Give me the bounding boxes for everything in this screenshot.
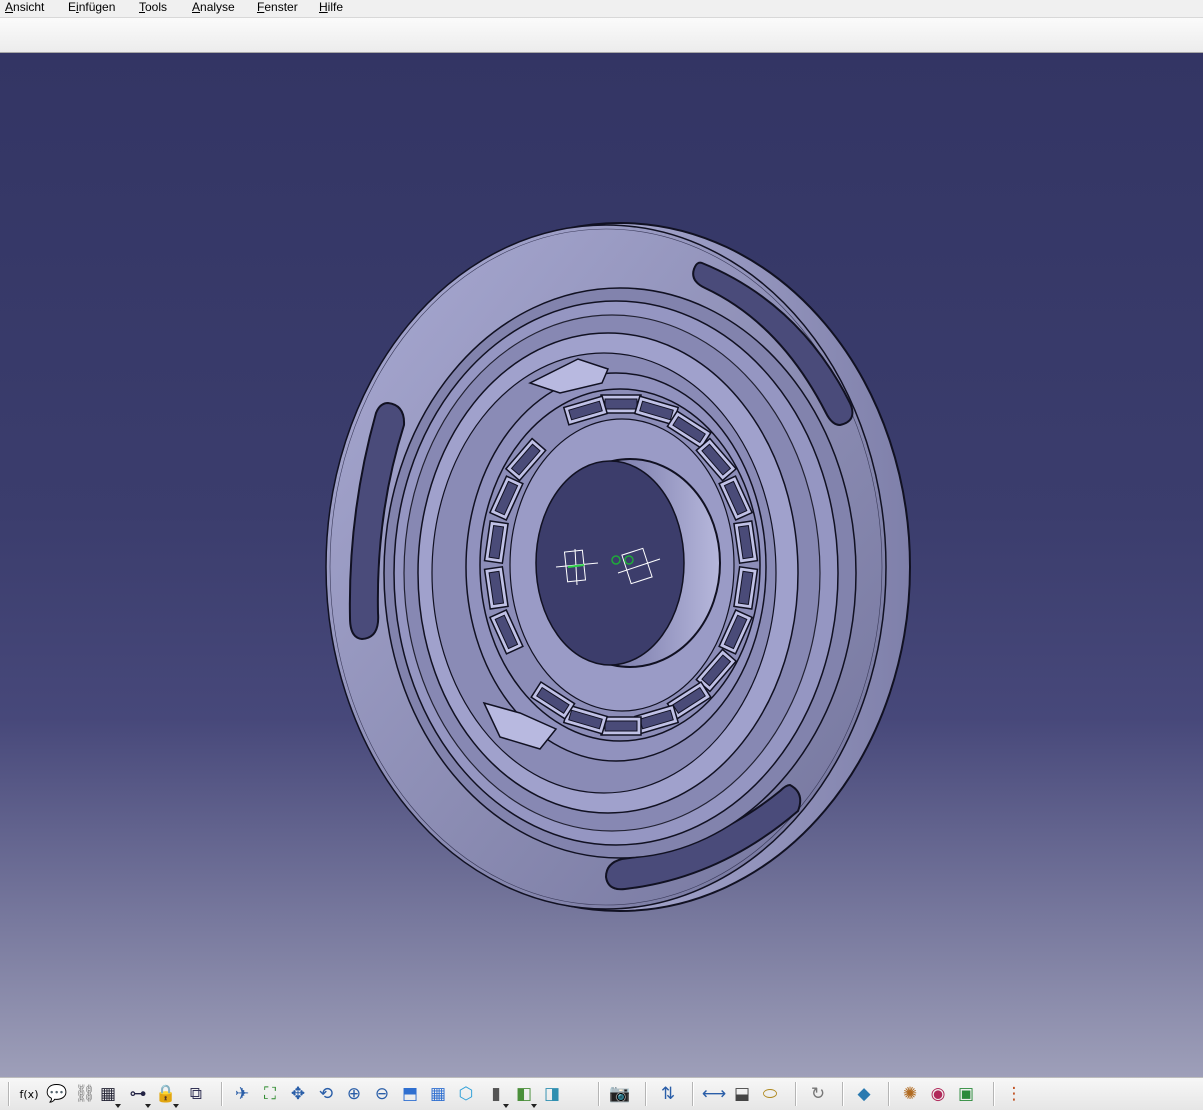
chain-icon[interactable]: ⛓ [74, 1083, 96, 1105]
camera-icon[interactable]: 📷 [609, 1083, 631, 1105]
grid-view-icon-glyph: ▦ [429, 1084, 447, 1104]
bottom-toolbar: f(x) 💬 ⛓ ▦ ⊶ 🔒 ⧉ ✈ ⛶ ✥ ⟲ ⊕ ⊖ ⬒ ▦ ⬡ ▮ ◧ ◨ 📷 ⇅ ⟷ ⬓ ⬭ ↻ ◆ ✺ ◉ ▣ ⋮ [0, 1077, 1203, 1110]
scene-icon-glyph: ◉ [930, 1084, 946, 1104]
fit-all-icon[interactable]: ⛶ [259, 1083, 281, 1105]
lock-knowledge-icon-glyph: 🔒 [155, 1084, 177, 1104]
apply-material-icon-glyph: ◆ [857, 1084, 871, 1104]
pan-icon[interactable]: ✥ [287, 1083, 309, 1105]
update-icon[interactable]: ⇅ [657, 1083, 679, 1105]
measure-item-icon-glyph: ⬓ [733, 1084, 751, 1104]
update-icon-glyph: ⇅ [660, 1084, 676, 1104]
measure-between-icon-glyph: ⟷ [701, 1084, 727, 1104]
scene-icon[interactable]: ◉ [927, 1083, 949, 1105]
pan-icon-glyph: ✥ [290, 1084, 306, 1104]
dropdown-arrow-icon[interactable] [115, 1104, 121, 1108]
menu-einfügen[interactable]: Einfügen [68, 0, 115, 17]
menu-analyse[interactable]: Analyse [192, 0, 235, 17]
formula-icon-glyph: f(x) [19, 1087, 39, 1101]
shading-icon-glyph: ▮ [491, 1084, 501, 1104]
measure-between-icon[interactable]: ⟷ [701, 1083, 727, 1105]
toolbar-separator [888, 1082, 890, 1106]
hide-show-icon-glyph: ◧ [515, 1084, 533, 1104]
refresh-icon[interactable]: ↻ [807, 1083, 829, 1105]
swap-space-icon[interactable]: ◨ [541, 1083, 563, 1105]
toolbar-separator [645, 1082, 647, 1106]
rule-icon[interactable]: ⧉ [185, 1083, 207, 1105]
toolbar-separator [221, 1082, 223, 1106]
measure-inertia-icon[interactable]: ⬭ [759, 1083, 781, 1105]
3d-viewport[interactable] [0, 53, 1203, 1077]
snap-grid-icon-glyph: ⋮ [1005, 1084, 1023, 1104]
rotate-icon-glyph: ⟲ [318, 1084, 334, 1104]
dropdown-arrow-icon[interactable] [173, 1104, 179, 1108]
iso-view-icon-glyph: ⬡ [458, 1084, 474, 1104]
apply-material-icon[interactable]: ◆ [853, 1083, 875, 1105]
environment-icon[interactable]: ▣ [955, 1083, 977, 1105]
fit-all-icon-glyph: ⛶ [264, 1084, 276, 1104]
measure-inertia-icon-glyph: ⬭ [762, 1084, 778, 1104]
normal-view-icon-glyph: ⬒ [401, 1084, 419, 1104]
snap-grid-icon[interactable]: ⋮ [1003, 1083, 1025, 1105]
environment-icon-glyph: ▣ [957, 1084, 975, 1104]
tree-structure-icon-glyph: ⊶ [129, 1084, 147, 1104]
chain-icon-glyph: ⛓ [74, 1084, 96, 1104]
zoom-in-icon-glyph: ⊕ [346, 1084, 362, 1104]
toolbar-separator [692, 1082, 694, 1106]
iso-view-icon[interactable]: ⬡ [455, 1083, 477, 1105]
toolbar-separator [993, 1082, 995, 1106]
table-icon[interactable]: ▦ [97, 1083, 121, 1108]
toolbar-separator [598, 1082, 600, 1106]
toolbar-separator [795, 1082, 797, 1106]
rule-icon-glyph: ⧉ [189, 1084, 203, 1104]
menu-hilfe[interactable]: Hilfe [319, 0, 343, 17]
refresh-icon-glyph: ↻ [810, 1084, 826, 1104]
inner-bore [535, 460, 685, 666]
lock-knowledge-icon[interactable]: 🔒 [155, 1083, 179, 1108]
formula-icon[interactable]: f(x) [18, 1083, 40, 1105]
shading-icon[interactable]: ▮ [485, 1083, 509, 1108]
menu-fenster[interactable]: Fenster [257, 0, 298, 17]
part-model [325, 222, 911, 912]
toolbar-separator [8, 1082, 10, 1106]
table-icon-glyph: ▦ [99, 1084, 117, 1104]
tree-structure-icon[interactable]: ⊶ [127, 1083, 151, 1108]
fly-mode-icon[interactable]: ✈ [231, 1083, 253, 1105]
swap-space-icon-glyph: ◨ [543, 1084, 561, 1104]
comment-icon[interactable]: 💬 [46, 1083, 68, 1105]
dropdown-arrow-icon[interactable] [145, 1104, 151, 1108]
fly-mode-icon-glyph: ✈ [234, 1084, 250, 1104]
menu-ansicht[interactable]: Ansicht [5, 0, 44, 17]
normal-view-icon[interactable]: ⬒ [399, 1083, 421, 1105]
camera-icon-glyph: 📷 [609, 1084, 631, 1104]
zoom-out-icon-glyph: ⊖ [374, 1084, 390, 1104]
dropdown-arrow-icon[interactable] [503, 1104, 509, 1108]
measure-item-icon[interactable]: ⬓ [731, 1083, 753, 1105]
zoom-in-icon[interactable]: ⊕ [343, 1083, 365, 1105]
top-toolbar [0, 17, 1203, 54]
zoom-out-icon[interactable]: ⊖ [371, 1083, 393, 1105]
grid-view-icon[interactable]: ▦ [427, 1083, 449, 1105]
toolbar-separator [842, 1082, 844, 1106]
menu-bar: Ansicht Einfügen Tools Analyse Fenster Hilfe [0, 0, 1203, 17]
dropdown-arrow-icon[interactable] [531, 1104, 537, 1108]
comment-icon-glyph: 💬 [46, 1084, 68, 1104]
menu-tools[interactable]: Tools [139, 0, 167, 17]
rotate-icon[interactable]: ⟲ [315, 1083, 337, 1105]
render-icon[interactable]: ✺ [899, 1083, 921, 1105]
render-icon-glyph: ✺ [902, 1084, 918, 1104]
hide-show-icon[interactable]: ◧ [513, 1083, 537, 1108]
